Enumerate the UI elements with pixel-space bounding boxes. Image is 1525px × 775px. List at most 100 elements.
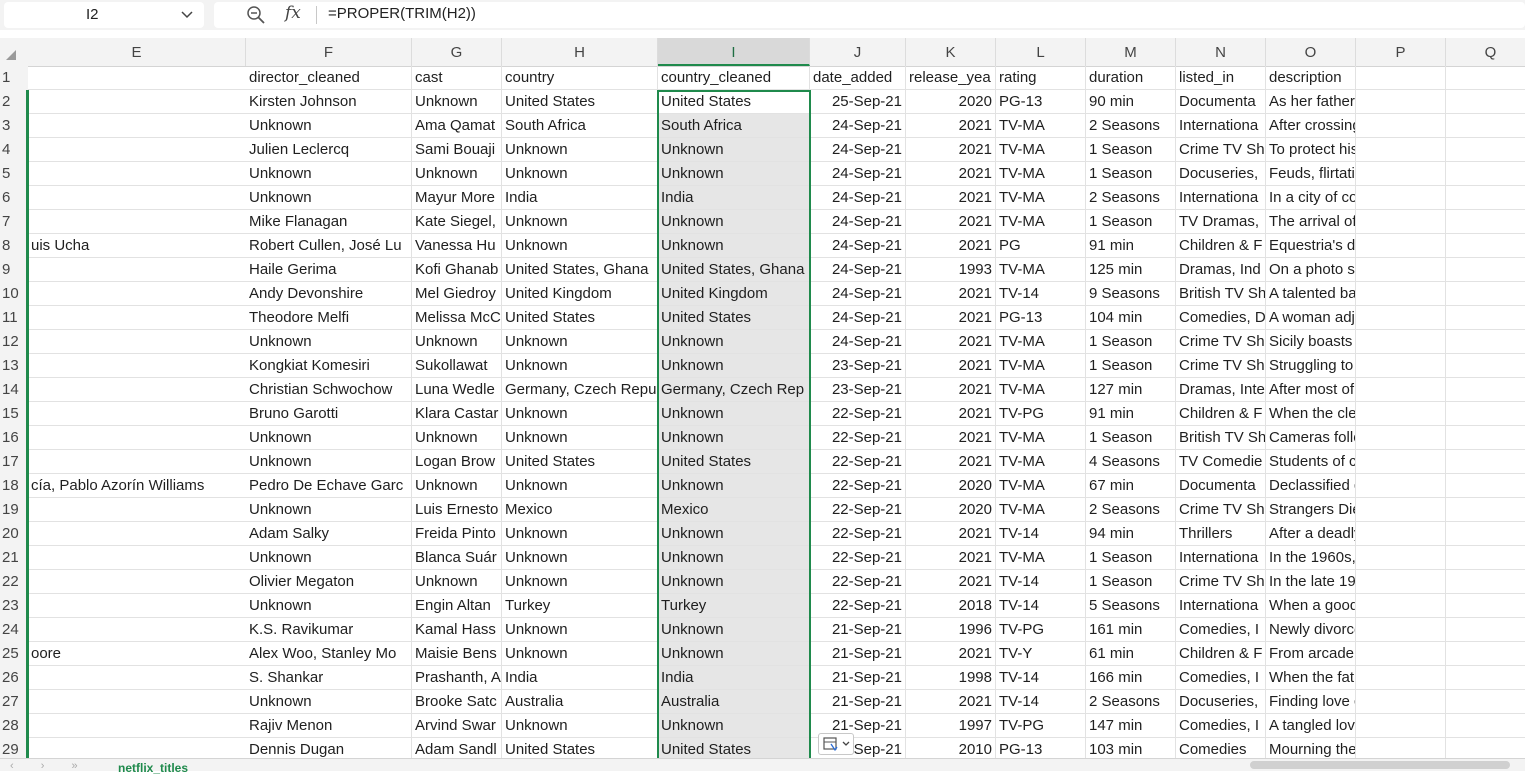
cell-q[interactable] — [1446, 210, 1525, 234]
row-number[interactable]: 23 — [0, 594, 28, 618]
cell-e[interactable]: cía, Pablo Azorín Williams — [28, 474, 246, 498]
cell-p[interactable] — [1356, 594, 1446, 618]
cell-m[interactable]: 1 Season — [1086, 162, 1176, 186]
cell-i[interactable]: United States, Ghana — [658, 258, 810, 282]
cell-m[interactable]: 1 Season — [1086, 570, 1176, 594]
cell-m[interactable]: 2 Seasons — [1086, 690, 1176, 714]
cell-j[interactable]: 24-Sep-21 — [810, 282, 906, 306]
cell-j[interactable]: 24-Sep-21 — [810, 162, 906, 186]
cell-g[interactable]: Luna Wedle — [412, 378, 502, 402]
chevron-down-icon[interactable] — [180, 7, 194, 21]
cell-k[interactable]: 2021 — [906, 138, 996, 162]
cell-n[interactable]: Internationa — [1176, 186, 1266, 210]
cell-f[interactable]: Unknown — [246, 330, 412, 354]
cell-k[interactable]: 2021 — [906, 642, 996, 666]
cell-p[interactable] — [1356, 450, 1446, 474]
cell-h[interactable]: India — [502, 186, 658, 210]
cell-o[interactable]: Sicily boasts a bold "Anti-Mafia" co — [1266, 330, 1356, 354]
cell-q[interactable] — [1446, 402, 1525, 426]
cell-l[interactable]: TV-MA — [996, 330, 1086, 354]
cell-g[interactable]: Ama Qamat — [412, 114, 502, 138]
cell-k[interactable]: 2021 — [906, 378, 996, 402]
row-number[interactable]: 28 — [0, 714, 28, 738]
cell-g[interactable]: Melissa McC — [412, 306, 502, 330]
cell-m[interactable]: 1 Season — [1086, 426, 1176, 450]
cell-k[interactable]: 2021 — [906, 354, 996, 378]
cell-g[interactable]: Unknown — [412, 90, 502, 114]
cell-n[interactable]: Crime TV Sh — [1176, 498, 1266, 522]
cell-o[interactable]: Finding love can be hard for anyone — [1266, 690, 1356, 714]
cell-e[interactable] — [28, 138, 246, 162]
cell-i[interactable]: Unknown — [658, 522, 810, 546]
cell-h[interactable]: Unknown — [502, 402, 658, 426]
cell-m[interactable]: 104 min — [1086, 306, 1176, 330]
cell-l[interactable]: TV-MA — [996, 114, 1086, 138]
cell-j[interactable]: 24-Sep-21 — [810, 258, 906, 282]
cell-n[interactable]: British TV Sh — [1176, 426, 1266, 450]
cell-p[interactable] — [1356, 306, 1446, 330]
cell-h[interactable]: Unknown — [502, 522, 658, 546]
cell-o[interactable]: When the father of the man she lov — [1266, 666, 1356, 690]
cell-p[interactable] — [1356, 402, 1446, 426]
cell-e[interactable] — [28, 714, 246, 738]
cell-h[interactable]: United Kingdom — [502, 282, 658, 306]
cell-o[interactable]: A tangled love triangle ensues wher — [1266, 714, 1356, 738]
quick-analysis-icon[interactable] — [818, 733, 854, 755]
cell-j[interactable]: 21-Sep-21 — [810, 690, 906, 714]
cell-e[interactable] — [28, 426, 246, 450]
cell-p[interactable] — [1356, 666, 1446, 690]
cell-l[interactable]: TV-MA — [996, 426, 1086, 450]
sheet-nav-arrows-icon[interactable]: ‹ › » — [10, 760, 90, 772]
cell-f[interactable]: Kongkiat Komesiri — [246, 354, 412, 378]
cell-h[interactable]: Unknown — [502, 330, 658, 354]
cell-f[interactable]: Unknown — [246, 426, 412, 450]
cell-o[interactable]: When the clever but socially-awkwa — [1266, 402, 1356, 426]
cell-n[interactable]: Children & F — [1176, 402, 1266, 426]
cell-o[interactable]: Newly divorced and denied visitatic — [1266, 618, 1356, 642]
cell-n[interactable]: British TV Sh — [1176, 282, 1266, 306]
cell-n[interactable]: Internationa — [1176, 114, 1266, 138]
cell-q[interactable] — [1446, 618, 1525, 642]
cell-g[interactable]: Mel Giedroy — [412, 282, 502, 306]
cell-m[interactable]: 61 min — [1086, 642, 1176, 666]
cell-p[interactable] — [1356, 618, 1446, 642]
cell-h[interactable]: Unknown — [502, 162, 658, 186]
cell-j[interactable]: 24-Sep-21 — [810, 186, 906, 210]
cell-g[interactable]: Maisie Bens — [412, 642, 502, 666]
cell-o[interactable]: Cameras following Bengaluru police — [1266, 426, 1356, 450]
cell-g[interactable]: Unknown — [412, 330, 502, 354]
cell-i[interactable]: United States — [658, 306, 810, 330]
cell-h[interactable]: Unknown — [502, 618, 658, 642]
cell-f[interactable]: Pedro De Echave Garc — [246, 474, 412, 498]
column-header-e[interactable]: E — [28, 38, 246, 66]
cell-j[interactable]: 22-Sep-21 — [810, 570, 906, 594]
cell-n[interactable]: Comedies, I — [1176, 714, 1266, 738]
column-header-o[interactable]: O — [1266, 38, 1356, 66]
cell-k[interactable]: 1996 — [906, 618, 996, 642]
cell-n[interactable]: Crime TV Sh — [1176, 138, 1266, 162]
sheet-tab-netflix-titles[interactable]: netflix_titles — [118, 761, 188, 775]
header-cell-o[interactable]: description — [1266, 66, 1356, 90]
cell-e[interactable] — [28, 570, 246, 594]
column-header-f[interactable]: F — [246, 38, 412, 66]
cell-n[interactable]: Docuseries, — [1176, 162, 1266, 186]
cell-q[interactable] — [1446, 378, 1525, 402]
cell-j[interactable]: 22-Sep-21 — [810, 594, 906, 618]
cell-i[interactable]: United States — [658, 450, 810, 474]
cell-j[interactable]: 21-Sep-21 — [810, 618, 906, 642]
cell-g[interactable]: Unknown — [412, 474, 502, 498]
cell-k[interactable]: 2021 — [906, 282, 996, 306]
row-number[interactable]: 19 — [0, 498, 28, 522]
cell-m[interactable]: 90 min — [1086, 90, 1176, 114]
cell-m[interactable]: 2 Seasons — [1086, 498, 1176, 522]
cell-q[interactable] — [1446, 306, 1525, 330]
cell-g[interactable]: Logan Brow — [412, 450, 502, 474]
row-number[interactable]: 21 — [0, 546, 28, 570]
cell-h[interactable]: Unknown — [502, 354, 658, 378]
cell-i[interactable]: Unknown — [658, 162, 810, 186]
cell-n[interactable]: Crime TV Sh — [1176, 330, 1266, 354]
cell-i[interactable]: Unknown — [658, 546, 810, 570]
cell-g[interactable]: Klara Castar — [412, 402, 502, 426]
cell-m[interactable]: 1 Season — [1086, 210, 1176, 234]
cell-f[interactable]: Theodore Melfi — [246, 306, 412, 330]
